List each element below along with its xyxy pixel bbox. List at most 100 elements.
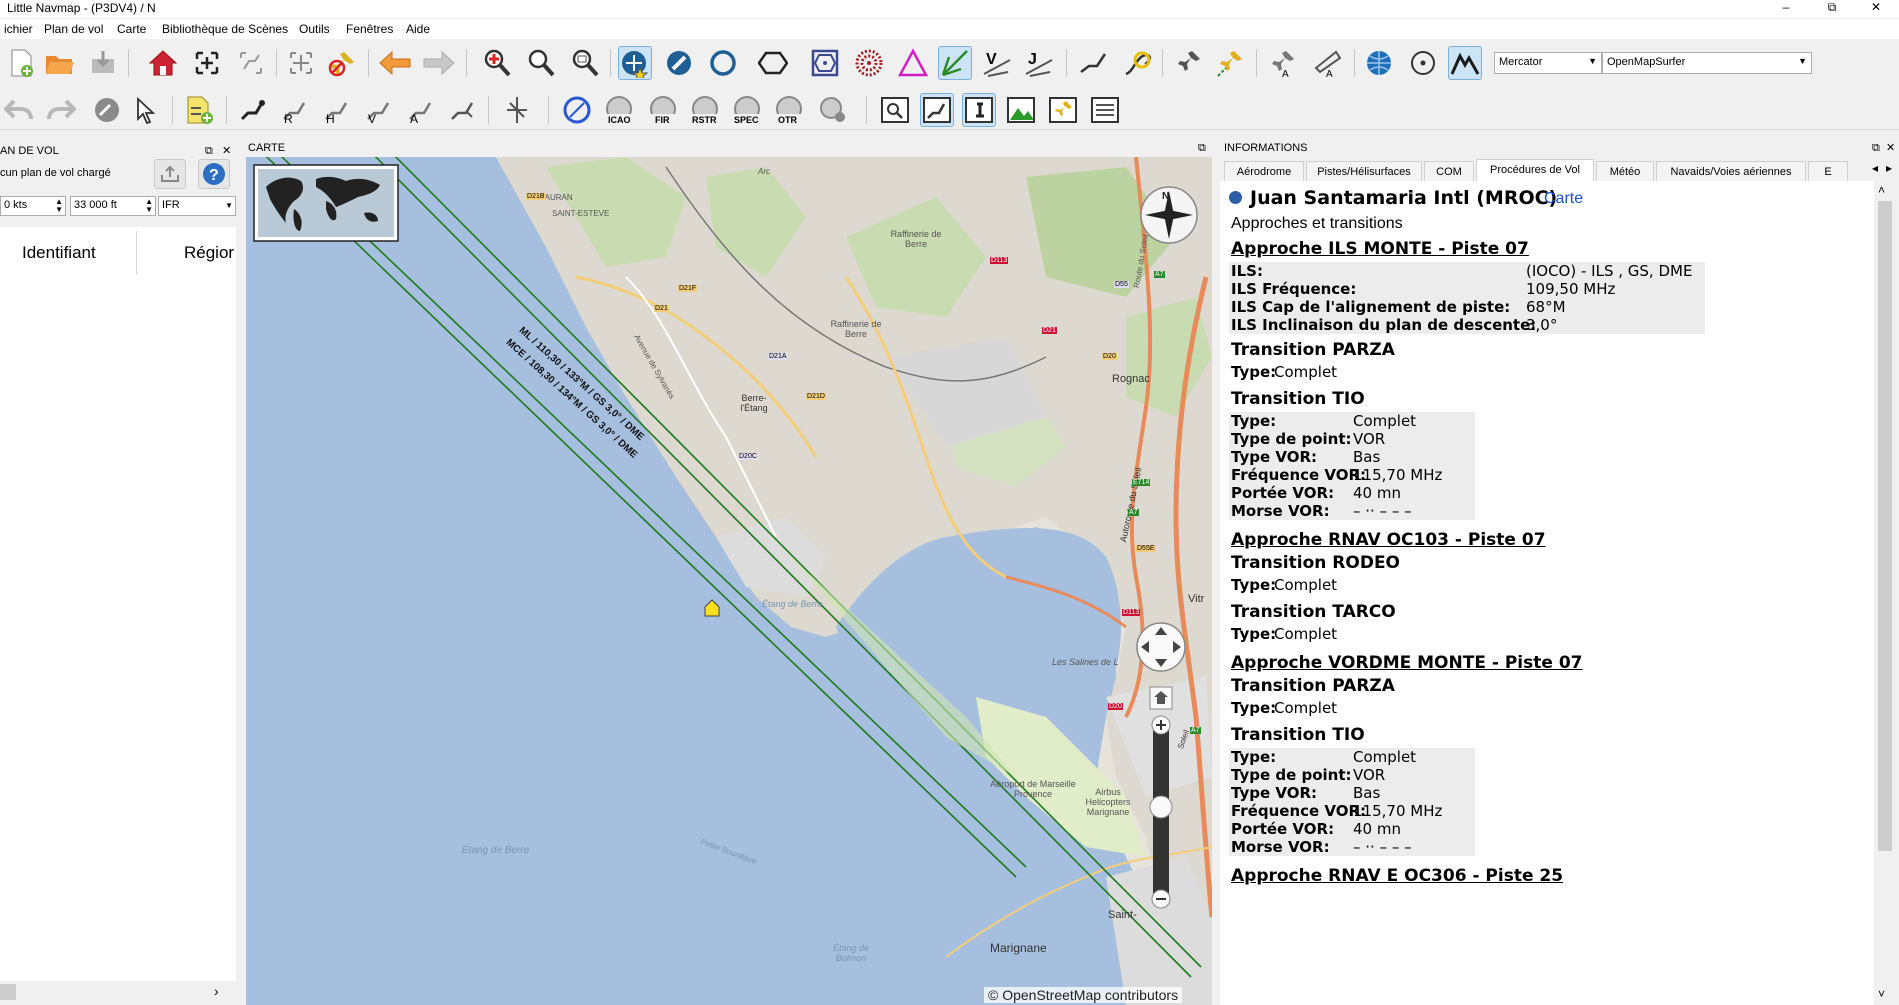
calc-profile-a-icon[interactable]: A <box>404 93 438 127</box>
new-flightplan-icon[interactable] <box>4 46 38 80</box>
menu-fichier[interactable]: ichier <box>4 22 33 36</box>
show-airspaces-icon[interactable] <box>560 93 594 127</box>
show-victor-airways-icon[interactable]: V <box>980 46 1014 80</box>
airspace-spec-icon[interactable]: SPEC <box>730 93 764 127</box>
profile-window-icon[interactable] <box>1004 93 1038 127</box>
scroll-up-icon[interactable]: ˄ <box>1878 183 1885 197</box>
show-empty-airports-icon[interactable] <box>706 46 740 80</box>
column-header-region[interactable]: Régior <box>184 227 234 279</box>
globe-icon[interactable] <box>1362 46 1396 80</box>
column-header-identifiant[interactable]: Identifiant <box>22 227 96 279</box>
map-canvas[interactable] <box>246 157 1212 1005</box>
show-vor-icon[interactable] <box>756 46 790 80</box>
tab-meteo[interactable]: Météo <box>1596 161 1654 181</box>
show-soft-airports-icon[interactable] <box>662 46 696 80</box>
horizontal-scrollbar[interactable]: › <box>0 981 236 1003</box>
flightplan-window-icon[interactable] <box>920 93 954 127</box>
airspace-rstr-icon[interactable]: RSTR <box>688 93 722 127</box>
tab-navaids[interactable]: Navaids/Voies aériennes <box>1656 161 1806 181</box>
float-dock-icon[interactable]: ⧉ <box>1198 139 1206 157</box>
chevron-right-icon[interactable]: › <box>214 983 219 999</box>
help-icon[interactable]: ? <box>198 159 230 189</box>
back-icon[interactable] <box>378 46 412 80</box>
float-dock-icon[interactable]: ⧉ <box>205 142 213 160</box>
show-ai-aircraft-icon[interactable]: A <box>1266 46 1300 80</box>
altitude-field[interactable]: 33 000 ft ▲ ▼ <box>70 196 156 216</box>
show-missed-approach-icon[interactable] <box>1120 46 1154 80</box>
airspace-otr-icon[interactable]: OTR <box>772 93 806 127</box>
home-icon[interactable] <box>146 46 180 80</box>
tab-aerodrome[interactable]: Aérodrome <box>1224 161 1304 181</box>
airport-map-link[interactable]: Carte <box>1544 190 1583 208</box>
calc-profile-h-icon[interactable]: H <box>320 93 354 127</box>
center-aircraft-icon[interactable] <box>284 46 318 80</box>
tab-com[interactable]: COM <box>1424 161 1474 181</box>
flightplan-table[interactable]: Identifiant Régior <box>0 227 236 982</box>
show-flightplan-icon[interactable] <box>1076 46 1110 80</box>
close-dock-icon[interactable]: ✕ <box>1886 139 1895 157</box>
show-jet-airways-icon[interactable]: J <box>1022 46 1056 80</box>
show-ai-ships-icon[interactable]: A <box>1310 46 1344 80</box>
minimize-button[interactable]: – <box>1763 0 1809 18</box>
center-flightplan-icon[interactable] <box>190 46 224 80</box>
float-dock-icon[interactable]: ⧉ <box>1872 139 1880 157</box>
menu-fenetres[interactable]: Fenêtres <box>346 22 393 36</box>
undo-icon[interactable] <box>2 93 36 127</box>
airspace-icao-icon[interactable]: ICAO <box>602 93 636 127</box>
tab-scroll-right-icon[interactable]: ▸ <box>1886 161 1892 175</box>
close-button[interactable]: ✕ <box>1853 0 1899 18</box>
reverse-route-icon[interactable] <box>90 93 124 127</box>
tab-procedures[interactable]: Procédures de Vol <box>1476 159 1594 181</box>
projection-select[interactable]: Mercator ▼ <box>1494 52 1602 74</box>
zoom-in-icon[interactable] <box>480 46 514 80</box>
show-ils-icon[interactable] <box>938 46 972 80</box>
log-window-icon[interactable] <box>1088 93 1122 127</box>
redo-icon[interactable] <box>44 93 78 127</box>
show-waypoints-icon[interactable] <box>896 46 930 80</box>
follow-aircraft-off-icon[interactable] <box>326 46 360 80</box>
aircraft-window-icon[interactable] <box>1046 93 1080 127</box>
airspace-fir-icon[interactable]: FIR <box>646 93 680 127</box>
select-departure-icon[interactable] <box>130 93 164 127</box>
vertical-scrollbar[interactable]: ˄ ˅ <box>1874 181 1896 1005</box>
search-window-icon[interactable] <box>878 93 912 127</box>
export-icon[interactable] <box>154 159 186 189</box>
zoom-fit-icon[interactable] <box>568 46 602 80</box>
show-airports-icon[interactable] <box>618 46 652 80</box>
menu-outils[interactable]: Outils <box>299 22 330 36</box>
calc-profile-icon[interactable] <box>236 93 270 127</box>
scrollbar-thumb[interactable] <box>1878 201 1892 851</box>
calc-profile-auto-icon[interactable] <box>446 93 480 127</box>
show-vordme-icon[interactable] <box>808 46 842 80</box>
tab-scroll-left-icon[interactable]: ◂ <box>1872 161 1878 175</box>
tab-e[interactable]: E <box>1808 161 1848 181</box>
range-rings-icon[interactable] <box>1406 46 1440 80</box>
show-distance-icon[interactable] <box>500 93 534 127</box>
menu-carte[interactable]: Carte <box>117 22 146 36</box>
maximize-button[interactable]: ⧉ <box>1809 0 1855 18</box>
save-icon[interactable] <box>86 46 120 80</box>
menu-aide[interactable]: Aide <box>406 22 430 36</box>
tab-pistes[interactable]: Pistes/Hélisurfaces <box>1306 161 1422 181</box>
map-theme-select[interactable]: OpenMapSurfer ▼ <box>1602 52 1812 74</box>
show-ndb-icon[interactable] <box>852 46 886 80</box>
open-folder-icon[interactable] <box>42 46 76 80</box>
info-window-icon[interactable] <box>962 93 996 127</box>
pan-control[interactable] <box>1136 622 1186 672</box>
menu-plan-de-vol[interactable]: Plan de vol <box>44 22 103 36</box>
speed-field[interactable]: 0 kts ▲ ▼ <box>0 196 66 216</box>
map-view[interactable]: ML / 110,30 / 133°M / GS 3,0° / DME MCE … <box>246 157 1212 1005</box>
close-dock-icon[interactable]: ✕ <box>222 142 231 160</box>
calc-profile-rad-icon[interactable]: R <box>278 93 312 127</box>
calc-profile-v-icon[interactable]: V <box>362 93 396 127</box>
add-flightplan-icon[interactable] <box>182 93 216 127</box>
show-aircraft-trail-icon[interactable] <box>1214 46 1248 80</box>
show-aircraft-icon[interactable] <box>1172 46 1206 80</box>
zoom-out-icon[interactable] <box>524 46 558 80</box>
show-terrain-icon[interactable] <box>1448 46 1482 80</box>
flight-rules-select[interactable]: IFR ▼ <box>158 196 236 216</box>
airspace-settings-icon[interactable] <box>816 93 850 127</box>
scroll-down-icon[interactable]: ˅ <box>1878 987 1885 1001</box>
forward-icon[interactable] <box>422 46 456 80</box>
center-route-icon[interactable] <box>234 46 268 80</box>
